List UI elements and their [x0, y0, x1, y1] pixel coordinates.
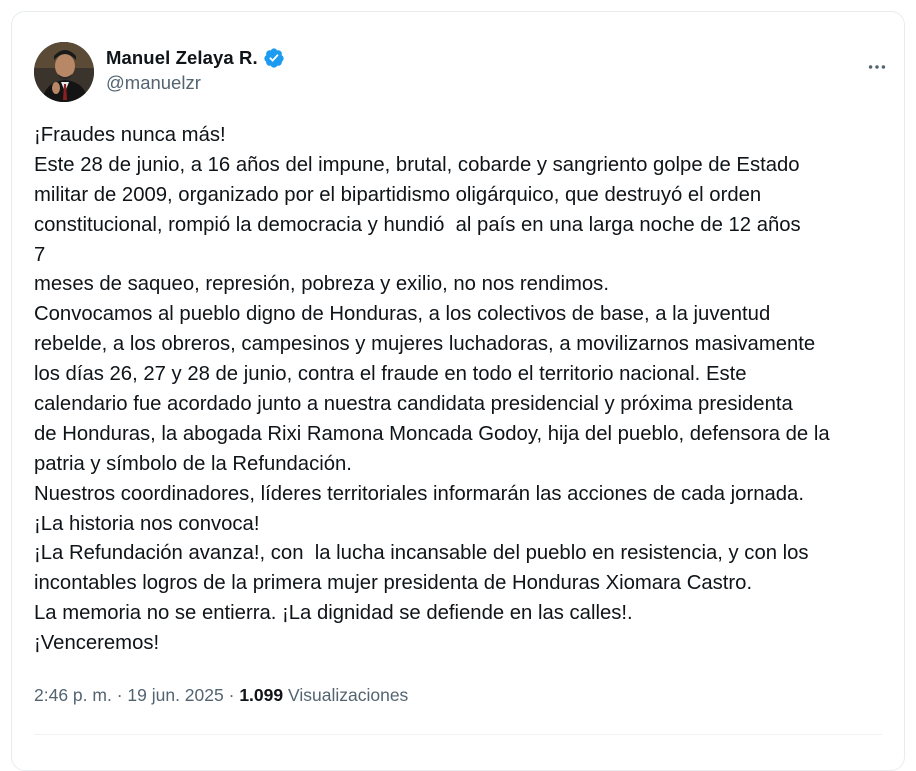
- tweet-text-line: los días 26, 27 y 28 de junio, contra el…: [34, 363, 747, 386]
- tweet-text-line: rebelde, a los obreros, campesinos y muj…: [34, 333, 816, 356]
- author-display-name[interactable]: Manuel Zelaya R.: [106, 47, 258, 69]
- tweet-text: ¡Fraudes nunca más! Este 28 de junio, a …: [34, 121, 894, 659]
- tweet-text-line: ¡La Refundación avanza!, con la lucha in…: [34, 542, 809, 565]
- tweet-text-line: meses de saqueo, represión, pobreza y ex…: [34, 273, 609, 296]
- tweet-header: Manuel Zelaya R. @manuelzr: [34, 42, 886, 104]
- views-label: Visualizaciones: [288, 685, 409, 705]
- tweet-text-line: calendario fue acordado junto a nuestra …: [34, 393, 793, 416]
- tweet-time: 2:46 p. m.: [34, 685, 112, 705]
- tweet-text-line: Convocamos al pueblo digno de Honduras, …: [34, 303, 771, 326]
- tweet-text-line: incontables logros de la primera mujer p…: [34, 572, 753, 595]
- views-count: 1.099: [239, 685, 284, 705]
- divider: [34, 734, 882, 735]
- author-avatar[interactable]: [34, 42, 94, 102]
- tweet-text-line: ¡Venceremos!: [34, 632, 160, 655]
- tweet-text-line: Este 28 de junio, a 16 años del impune, …: [34, 153, 800, 176]
- tweet-text-line: 7: [34, 243, 46, 266]
- tweet-timestamp-link[interactable]: 2:46 p. m. · 19 jun. 2025: [34, 685, 224, 705]
- tweet-text-line: ¡La historia nos convoca!: [34, 512, 260, 535]
- tweet-text-line: militar de 2009, organizado por el bipar…: [34, 183, 762, 206]
- more-options-icon: [868, 65, 886, 69]
- tweet-text-line: patria y símbolo de la Refundación.: [34, 452, 352, 475]
- tweet-text-line: de Honduras, la abogada Rixi Ramona Monc…: [34, 422, 830, 445]
- verified-badge-icon[interactable]: [263, 47, 285, 69]
- tweet-meta: 2:46 p. m. · 19 jun. 2025 · 1.099 Visual…: [34, 685, 408, 706]
- tweet-text-line: constitucional, rompió la democracia y h…: [34, 213, 801, 236]
- views-link[interactable]: 1.099 Visualizaciones: [239, 685, 408, 705]
- author-handle[interactable]: @manuelzr: [106, 72, 201, 94]
- tweet-text-line: ¡Fraudes nunca más!: [34, 124, 226, 146]
- avatar-photo-icon: [34, 42, 94, 102]
- name-row: Manuel Zelaya R.: [106, 47, 285, 69]
- meta-separator: ·: [228, 685, 235, 705]
- meta-separator: ·: [116, 685, 123, 705]
- tweet-text-line: Nuestros coordinadores, líderes territor…: [34, 482, 804, 505]
- more-options-button[interactable]: [860, 50, 894, 84]
- tweet-text-line: La memoria no se entierra. ¡La dignidad …: [34, 602, 633, 625]
- tweet-date: 19 jun. 2025: [127, 685, 224, 705]
